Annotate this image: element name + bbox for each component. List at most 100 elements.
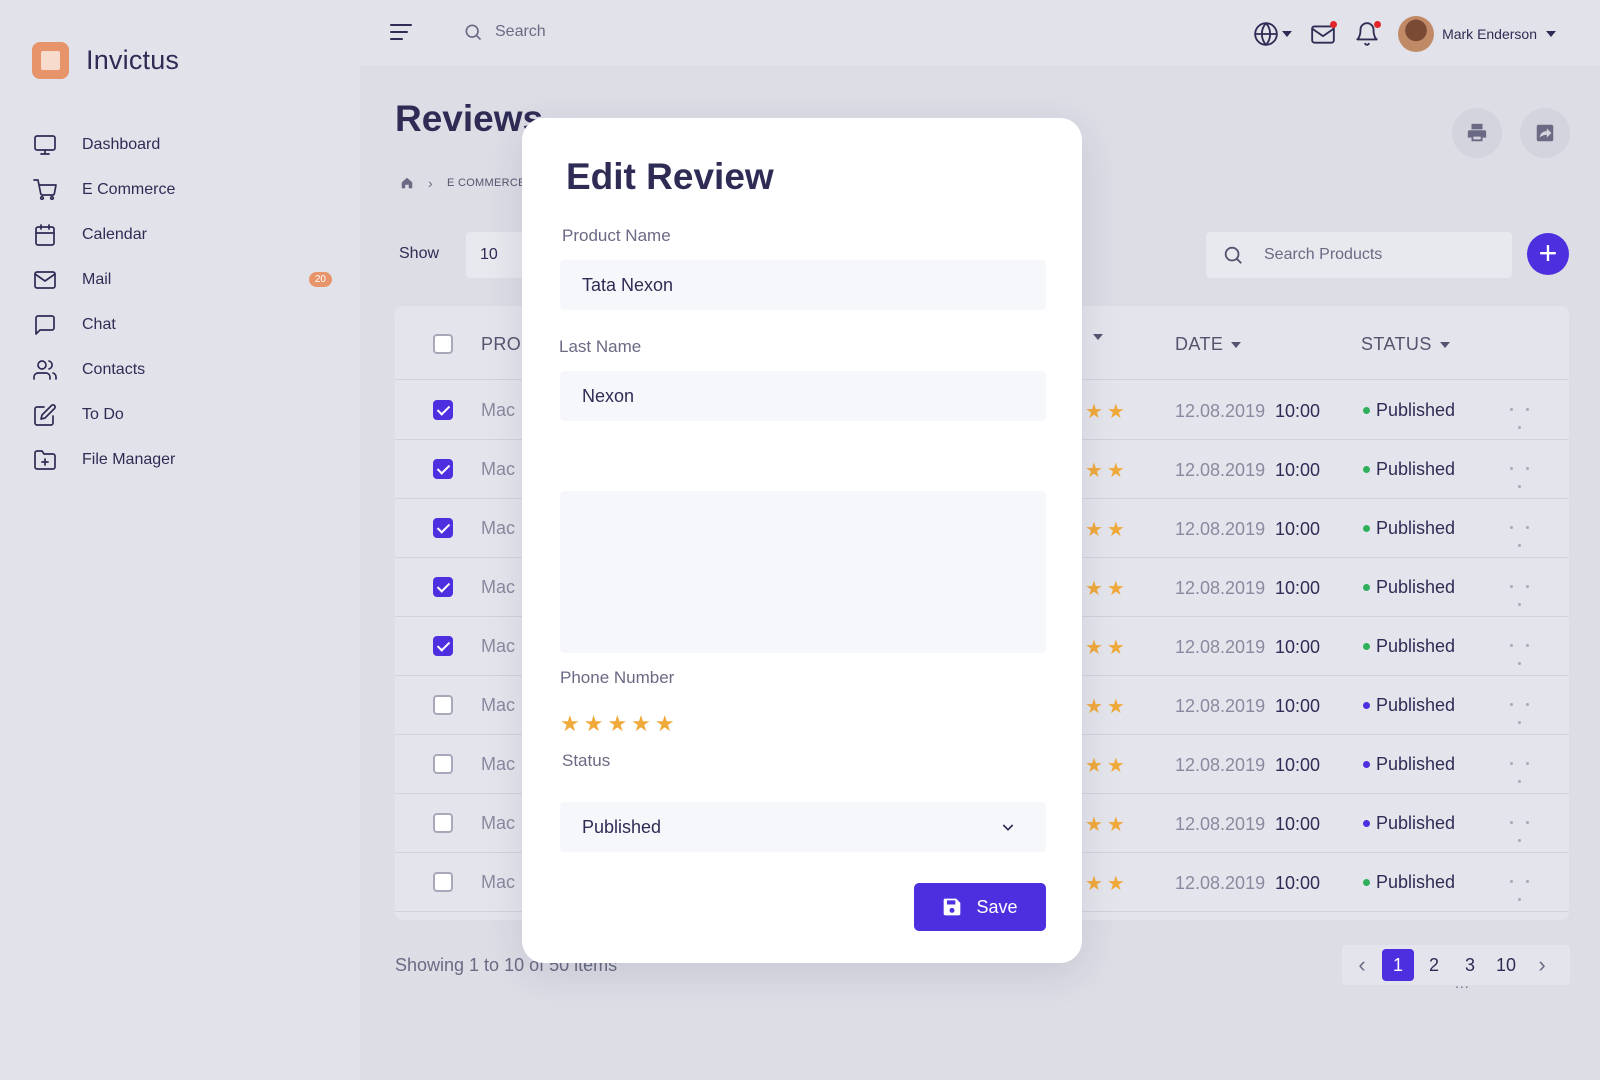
share-button[interactable] xyxy=(1520,108,1570,158)
rating-stars: ★★ xyxy=(1085,519,1129,541)
page-button[interactable]: 1 xyxy=(1382,949,1414,981)
row-checkbox[interactable] xyxy=(433,636,453,656)
column-rating-sort[interactable] xyxy=(1085,334,1103,340)
product-cell: Mac xyxy=(481,872,516,892)
more-options-icon[interactable] xyxy=(1510,581,1540,611)
show-label: Show xyxy=(399,245,440,262)
rating-stars: ★★ xyxy=(1085,460,1129,482)
calendar-icon xyxy=(32,222,58,248)
page-button[interactable]: 10 xyxy=(1490,949,1522,981)
status-text: Published xyxy=(1376,459,1456,479)
select-all-checkbox[interactable] xyxy=(433,334,453,354)
page-button[interactable]: 2 xyxy=(1418,949,1450,981)
column-date[interactable]: DATE xyxy=(1175,334,1242,355)
product-cell: Mac xyxy=(481,577,516,597)
more-options-icon[interactable] xyxy=(1510,876,1540,906)
time-cell: 10:00 xyxy=(1275,637,1321,657)
user-menu[interactable]: Mark Enderson xyxy=(1398,16,1556,52)
status-cell: Published xyxy=(1363,400,1455,421)
page-title: Reviews xyxy=(395,98,544,139)
brand-logo xyxy=(32,42,69,79)
row-checkbox[interactable] xyxy=(433,459,453,479)
date-cell: 12.08.2019 xyxy=(1175,814,1266,834)
monitor-icon xyxy=(32,132,58,158)
star-rating[interactable]: ★★★★★ xyxy=(560,711,679,737)
more-options-icon[interactable] xyxy=(1510,817,1540,847)
rating-stars: ★★ xyxy=(1085,578,1129,600)
home-icon[interactable] xyxy=(400,176,414,190)
chevron-down-icon xyxy=(1546,31,1556,37)
row-checkbox[interactable] xyxy=(433,400,453,420)
status-cell: Published xyxy=(1363,813,1455,834)
search-input[interactable] xyxy=(495,23,695,41)
more-options-icon[interactable] xyxy=(1510,758,1540,788)
date-cell: 12.08.2019 xyxy=(1175,873,1266,893)
status-text: Published xyxy=(1376,400,1456,420)
more-options-icon[interactable] xyxy=(1510,699,1540,729)
chat-icon xyxy=(32,312,58,338)
next-page-button[interactable]: › xyxy=(1526,949,1558,981)
mail-count-badge: 20 xyxy=(308,272,332,287)
sidebar-item-todo[interactable]: To Do xyxy=(32,392,332,437)
product-name-field[interactable] xyxy=(560,260,1046,310)
row-checkbox[interactable] xyxy=(433,577,453,597)
globe-icon xyxy=(1254,22,1278,46)
save-button[interactable]: Save xyxy=(914,883,1046,931)
modal-title: Edit Review xyxy=(566,156,774,197)
product-cell: Mac xyxy=(481,400,516,420)
date-cell: 12.08.2019 xyxy=(1175,755,1266,775)
menu-icon[interactable] xyxy=(390,24,412,42)
row-checkbox[interactable] xyxy=(433,872,453,892)
row-checkbox[interactable] xyxy=(433,754,453,774)
row-checkbox[interactable] xyxy=(433,518,453,538)
sidebar-item-mail[interactable]: Mail 20 xyxy=(32,257,332,302)
sidebar-item-chat[interactable]: Chat xyxy=(32,302,332,347)
brand[interactable]: Invictus xyxy=(32,42,179,79)
breadcrumb-item[interactable]: E COMMERCE xyxy=(447,177,526,189)
review-textarea[interactable] xyxy=(560,491,1046,653)
status-dot xyxy=(1363,702,1370,709)
search-products-input[interactable] xyxy=(1264,246,1494,264)
share-icon xyxy=(1536,124,1554,142)
sidebar-item-dashboard[interactable]: Dashboard xyxy=(32,122,332,167)
mail-icon xyxy=(32,267,58,293)
status-select[interactable]: Published xyxy=(560,802,1046,852)
sidebar-item-label: To Do xyxy=(82,405,124,423)
row-checkbox[interactable] xyxy=(433,813,453,833)
sidebar-item-ecommerce[interactable]: E Commerce xyxy=(32,167,332,212)
last-name-field[interactable] xyxy=(560,371,1046,421)
sidebar-item-label: E Commerce xyxy=(82,180,176,198)
sidebar-item-calendar[interactable]: Calendar xyxy=(32,212,332,257)
more-options-icon[interactable] xyxy=(1510,463,1540,493)
save-icon xyxy=(944,898,961,916)
sidebar-item-contacts[interactable]: Contacts xyxy=(32,347,332,392)
printer-icon xyxy=(1467,123,1487,142)
language-selector[interactable] xyxy=(1253,21,1293,47)
status-text: Published xyxy=(1376,695,1456,715)
product-cell: Mac xyxy=(481,695,516,715)
chevron-left-icon: ‹ xyxy=(1358,952,1366,977)
notifications-button[interactable] xyxy=(1354,21,1382,47)
sidebar-item-file-manager[interactable]: File Manager xyxy=(32,437,332,482)
messages-button[interactable] xyxy=(1310,21,1338,47)
row-checkbox[interactable] xyxy=(433,695,453,715)
chevron-down-icon xyxy=(1282,31,1293,37)
sidebar-item-label: Chat xyxy=(82,315,116,333)
status-label: Status xyxy=(562,751,611,770)
rating-label: Phone Number xyxy=(560,668,675,687)
more-options-icon[interactable] xyxy=(1510,404,1540,434)
column-label: STATUS xyxy=(1361,334,1432,354)
chevron-down-icon xyxy=(1093,334,1103,340)
add-review-button[interactable]: + xyxy=(1527,233,1569,275)
print-button[interactable] xyxy=(1452,108,1502,158)
prev-page-button[interactable]: ‹ xyxy=(1346,949,1378,981)
user-name: Mark Enderson xyxy=(1442,26,1537,42)
status-dot xyxy=(1363,643,1370,650)
more-options-icon[interactable] xyxy=(1510,522,1540,552)
column-status[interactable]: STATUS xyxy=(1361,334,1450,355)
cart-icon xyxy=(32,177,58,203)
status-dot xyxy=(1363,761,1370,768)
pagination-ellipsis: ... xyxy=(1455,975,1470,991)
product-cell: Mac xyxy=(481,813,516,833)
more-options-icon[interactable] xyxy=(1510,640,1540,670)
